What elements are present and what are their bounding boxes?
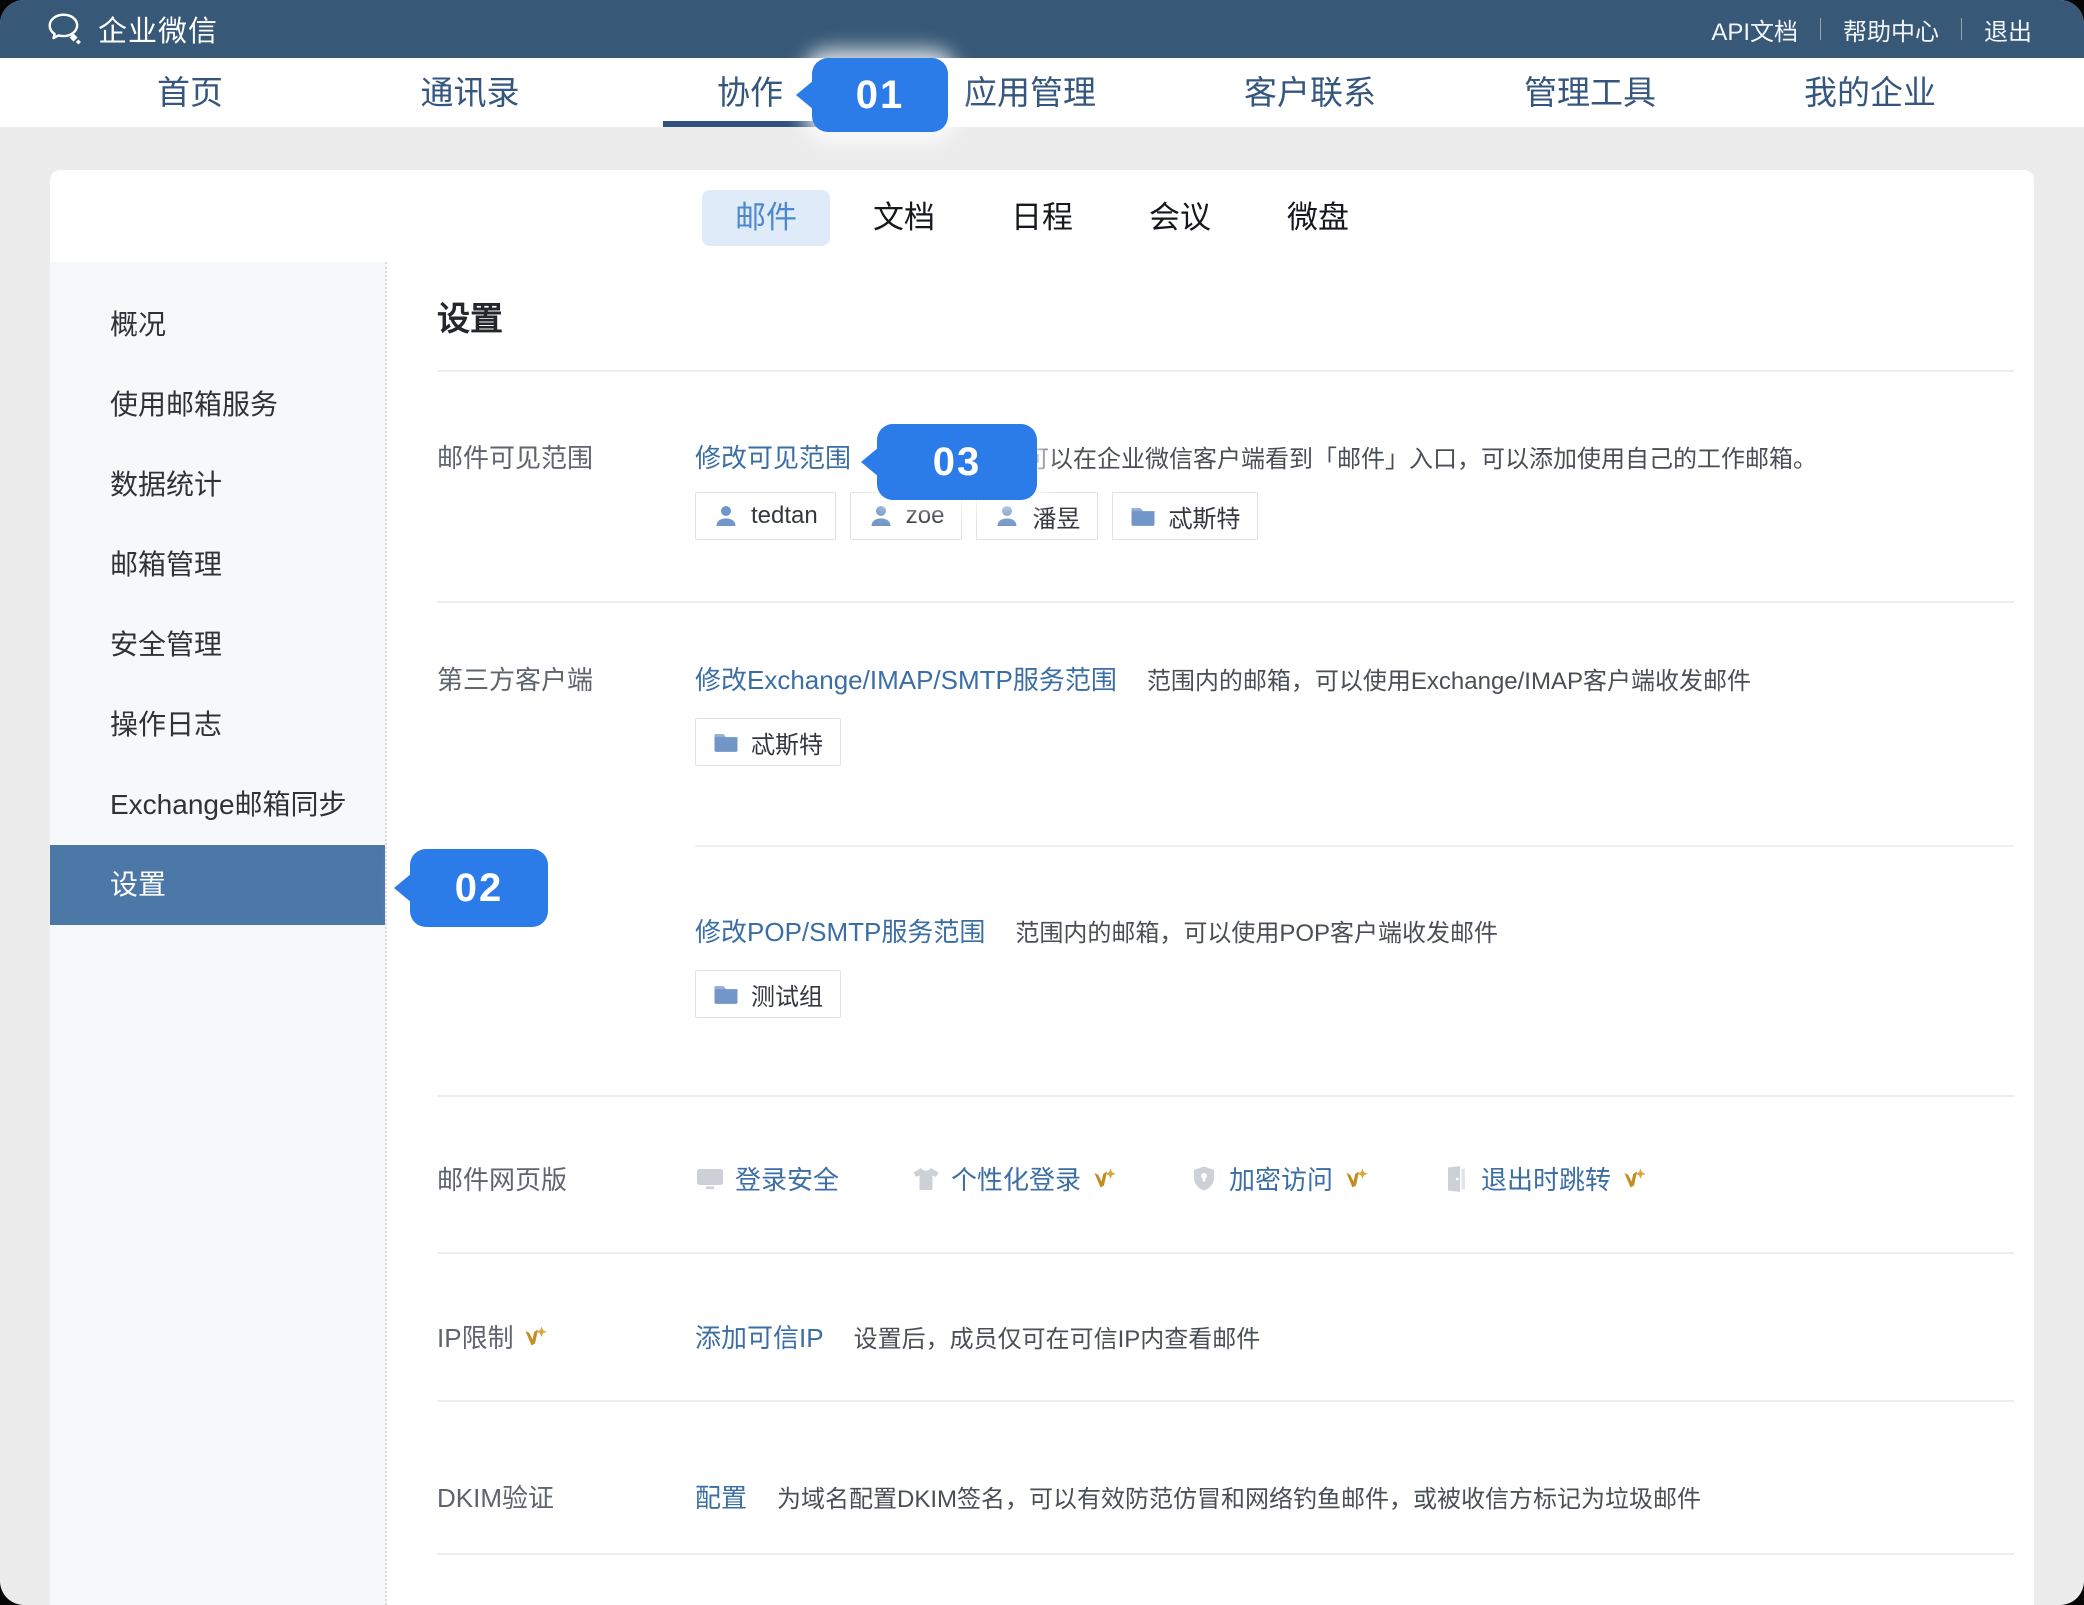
third-party-label: 第三方客户端 bbox=[437, 660, 695, 697]
folder-icon bbox=[713, 729, 739, 755]
badge-tail bbox=[796, 80, 814, 110]
mail-visibility-label: 邮件可见范围 bbox=[437, 438, 695, 475]
divider bbox=[437, 1095, 2014, 1097]
settings-content: 设置 邮件可见范围 修改可见范围 范围内的成员可以在企业微信客户端看到「邮件」入… bbox=[387, 170, 2034, 1605]
edit-pop-scope-link[interactable]: 修改POP/SMTP服务范围 bbox=[695, 912, 985, 949]
member-tag: tedtan bbox=[695, 492, 836, 540]
sidebar-item-operation-log[interactable]: 操作日志 bbox=[50, 685, 385, 765]
dkim-description: 为域名配置DKIM签名，可以有效防范仿冒和网络钓鱼邮件，或被收信方标记为垃圾邮件 bbox=[777, 1479, 1701, 1514]
separator bbox=[1820, 18, 1821, 40]
annotation-step-1: 01 bbox=[812, 58, 948, 132]
webmail-links: 登录安全 个性化登录 加密访问 退出时跳转 bbox=[695, 1160, 1647, 1197]
shield-icon bbox=[1189, 1164, 1219, 1194]
dkim-body: 配置 为域名配置DKIM签名，可以有效防范仿冒和网络钓鱼邮件，或被收信方标记为垃… bbox=[695, 1478, 2014, 1515]
mail-visibility-body: 修改可见范围 范围内的成员可以在企业微信客户端看到「邮件」入口，可以添加使用自己… bbox=[695, 438, 2014, 475]
premium-icon bbox=[1621, 1166, 1647, 1192]
edit-visibility-link[interactable]: 修改可见范围 bbox=[695, 438, 851, 475]
door-icon bbox=[1441, 1164, 1471, 1194]
ip-restriction-description: 设置后，成员仅可在可信IP内查看邮件 bbox=[854, 1319, 1261, 1354]
sidebar-item-security-management[interactable]: 安全管理 bbox=[50, 605, 385, 685]
premium-icon bbox=[522, 1324, 548, 1350]
main-nav: 首页 通讯录 协作 应用管理 客户联系 管理工具 我的企业 bbox=[0, 58, 2084, 127]
dkim-row: DKIM验证 配置 为域名配置DKIM签名，可以有效防范仿冒和网络钓鱼邮件，或被… bbox=[437, 1478, 2014, 1515]
person-icon bbox=[868, 503, 894, 529]
mail-sidebar: 概况 使用邮箱服务 数据统计 邮箱管理 安全管理 操作日志 Exchange邮箱… bbox=[50, 262, 387, 1605]
annotation-step-3: 03 bbox=[877, 424, 1037, 500]
folder-icon bbox=[1130, 503, 1156, 529]
app-window: 企业微信 API文档 帮助中心 退出 首页 通讯录 协作 应用管理 客户联系 管… bbox=[0, 0, 2084, 1605]
encrypted-access-link[interactable]: 加密访问 bbox=[1189, 1160, 1369, 1197]
top-bar: 企业微信 API文档 帮助中心 退出 bbox=[0, 0, 2084, 58]
webmail-row: 邮件网页版 登录安全 个性化登录 加密访问 bbox=[437, 1160, 2014, 1197]
department-tag: 忒斯特 bbox=[1112, 492, 1258, 540]
logout-link[interactable]: 退出 bbox=[1984, 12, 2032, 47]
sidebar-item-mailbox-management[interactable]: 邮箱管理 bbox=[50, 525, 385, 605]
exchange-tags: 忒斯特 bbox=[695, 718, 841, 766]
personalized-login-link[interactable]: 个性化登录 bbox=[911, 1160, 1117, 1197]
monitor-icon bbox=[695, 1164, 725, 1194]
exchange-description: 范围内的邮箱，可以使用Exchange/IMAP客户端收发邮件 bbox=[1147, 661, 1751, 696]
pop-tags: 测试组 bbox=[695, 970, 841, 1018]
nav-tab-admin-tools[interactable]: 管理工具 bbox=[1450, 58, 1730, 127]
nav-tab-customers[interactable]: 客户联系 bbox=[1170, 58, 1450, 127]
page-title: 设置 bbox=[437, 292, 503, 340]
badge-tail bbox=[861, 447, 879, 477]
sub-divider bbox=[695, 845, 2014, 847]
department-tag: 忒斯特 bbox=[695, 718, 841, 766]
topbar-links: API文档 帮助中心 退出 bbox=[1711, 12, 2032, 47]
sidebar-item-statistics[interactable]: 数据统计 bbox=[50, 445, 385, 525]
login-security-link[interactable]: 登录安全 bbox=[695, 1160, 839, 1197]
api-docs-link[interactable]: API文档 bbox=[1711, 12, 1798, 47]
tshirt-icon bbox=[911, 1164, 941, 1194]
brand-title: 企业微信 bbox=[98, 8, 218, 50]
sidebar-item-exchange-sync[interactable]: Exchange邮箱同步 bbox=[50, 765, 385, 845]
edit-exchange-scope-link[interactable]: 修改Exchange/IMAP/SMTP服务范围 bbox=[695, 660, 1117, 697]
nav-tab-my-company[interactable]: 我的企业 bbox=[1730, 58, 2010, 127]
sidebar-item-overview[interactable]: 概况 bbox=[50, 285, 385, 365]
divider bbox=[437, 1553, 2014, 1555]
sidebar-item-settings[interactable]: 设置 bbox=[50, 845, 385, 925]
ip-restriction-body: 添加可信IP 设置后，成员仅可在可信IP内查看邮件 bbox=[695, 1318, 2014, 1355]
help-center-link[interactable]: 帮助中心 bbox=[1843, 12, 1939, 47]
separator bbox=[1961, 18, 1962, 40]
badge-tail bbox=[394, 873, 412, 903]
department-tag: 测试组 bbox=[695, 970, 841, 1018]
annotation-step-2: 02 bbox=[410, 849, 548, 927]
divider bbox=[437, 1400, 2014, 1402]
divider bbox=[437, 1252, 2014, 1254]
sidebar-item-use-mail-service[interactable]: 使用邮箱服务 bbox=[50, 365, 385, 445]
person-icon bbox=[713, 503, 739, 529]
add-trusted-ip-link[interactable]: 添加可信IP bbox=[695, 1318, 824, 1355]
nav-tab-home[interactable]: 首页 bbox=[50, 58, 330, 127]
webmail-body: 登录安全 个性化登录 加密访问 退出时跳转 bbox=[695, 1160, 2014, 1197]
third-party-row: 第三方客户端 修改Exchange/IMAP/SMTP服务范围 范围内的邮箱，可… bbox=[437, 660, 2014, 697]
brand[interactable]: 企业微信 bbox=[46, 8, 218, 50]
pop-smtp-body: 修改POP/SMTP服务范围 范围内的邮箱，可以使用POP客户端收发邮件 bbox=[695, 912, 2014, 949]
premium-icon bbox=[1343, 1166, 1369, 1192]
webmail-label: 邮件网页版 bbox=[437, 1160, 695, 1197]
third-party-body: 修改Exchange/IMAP/SMTP服务范围 范围内的邮箱，可以使用Exch… bbox=[695, 660, 2014, 697]
pop-smtp-row: 修改POP/SMTP服务范围 范围内的邮箱，可以使用POP客户端收发邮件 bbox=[695, 912, 2014, 949]
dkim-configure-link[interactable]: 配置 bbox=[695, 1478, 747, 1515]
premium-icon bbox=[1091, 1166, 1117, 1192]
dkim-label: DKIM验证 bbox=[437, 1478, 695, 1515]
pop-description: 范围内的邮箱，可以使用POP客户端收发邮件 bbox=[1015, 913, 1498, 948]
ip-restriction-row: IP限制 添加可信IP 设置后，成员仅可在可信IP内查看邮件 bbox=[437, 1318, 2014, 1355]
person-icon bbox=[994, 503, 1020, 529]
divider bbox=[437, 601, 2014, 603]
wecom-logo-icon bbox=[46, 10, 84, 48]
ip-restriction-label: IP限制 bbox=[437, 1318, 695, 1355]
mail-visibility-row: 邮件可见范围 修改可见范围 范围内的成员可以在企业微信客户端看到「邮件」入口，可… bbox=[437, 438, 2014, 475]
nav-tabs: 首页 通讯录 协作 应用管理 客户联系 管理工具 我的企业 bbox=[50, 58, 2010, 127]
folder-icon bbox=[713, 981, 739, 1007]
divider bbox=[437, 370, 2014, 372]
nav-tab-contacts[interactable]: 通讯录 bbox=[330, 58, 610, 127]
logout-redirect-link[interactable]: 退出时跳转 bbox=[1441, 1160, 1647, 1197]
